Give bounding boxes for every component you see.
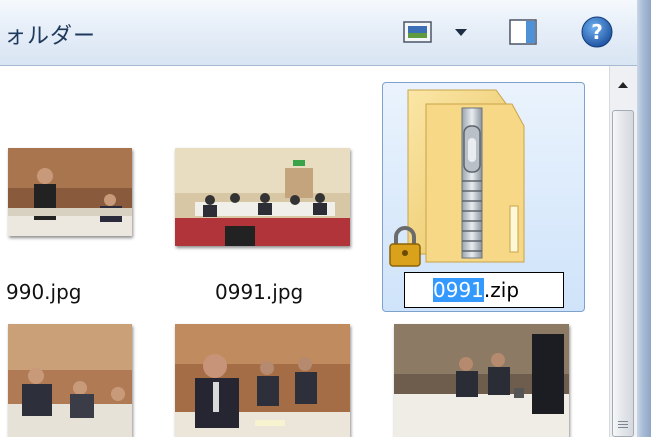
help-icon[interactable]: ? [580, 15, 614, 49]
command-bar: ォルダー ? [0, 0, 651, 66]
scrollbar-thumb[interactable] [612, 110, 634, 437]
window-frame-edge [637, 0, 651, 437]
rename-extension: .zip [483, 278, 520, 302]
thumbnail-row2-1[interactable] [8, 324, 132, 437]
thumbnail-0991[interactable] [175, 148, 350, 246]
folder-title: ォルダー [4, 24, 97, 49]
file-list-area: 0991.zip 990.jpg 0991.jpg [0, 66, 609, 437]
lock-icon [388, 226, 422, 268]
thumbnail-row2-3[interactable] [394, 324, 569, 437]
svg-text:?: ? [591, 20, 603, 44]
thumbnail-row2-2[interactable] [175, 324, 350, 437]
file-name-0991[interactable]: 0991.jpg [215, 280, 303, 304]
rename-selected-text: 0991 [433, 278, 484, 302]
rename-input[interactable]: 0991.zip [404, 272, 564, 308]
file-name-990[interactable]: 990.jpg [6, 280, 81, 304]
change-view-icon[interactable] [403, 20, 433, 44]
view-menu-arrow-icon[interactable] [453, 24, 469, 40]
vertical-scrollbar[interactable] [609, 66, 637, 437]
thumbnail-990[interactable] [8, 148, 132, 236]
preview-pane-icon[interactable] [508, 18, 538, 46]
scroll-up-arrow-icon[interactable] [611, 70, 635, 100]
